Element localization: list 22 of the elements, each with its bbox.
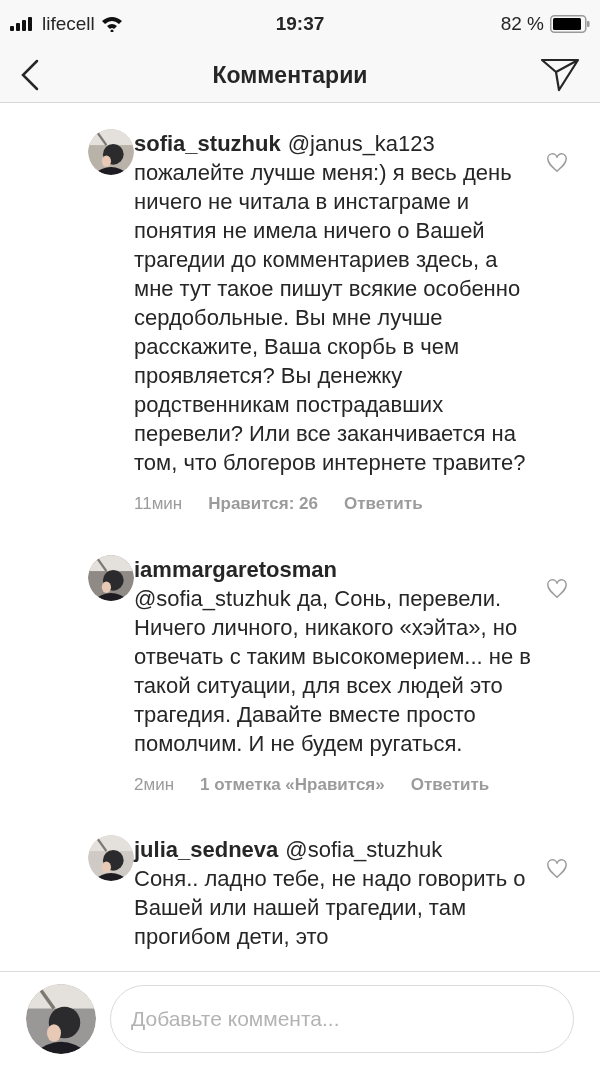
battery-icon (550, 15, 590, 33)
heart-icon[interactable] (546, 578, 568, 599)
back-icon[interactable] (20, 59, 40, 91)
username-link[interactable]: julia_sedneva (134, 835, 279, 864)
carrier-name: lifecell (42, 11, 95, 36)
username-link[interactable]: iammargaretosman (134, 554, 337, 584)
heart-icon[interactable] (546, 153, 568, 173)
page-title: Комментарии (212, 60, 368, 90)
send-icon[interactable] (540, 57, 580, 93)
comment-input[interactable]: Добавьте коммента... (110, 985, 574, 1053)
wifi-icon (100, 16, 123, 32)
comment-time: 11мин (134, 493, 183, 515)
battery-percent: 82 % (500, 11, 544, 36)
comment-time: 2мин (134, 773, 175, 796)
comment-text: пожалейте лучше меня:) я весь день ничего не читала в инстаграме и понятия не имела ничего о Вашей трагедии до комментариев здесь, а мне тут такое пишут всякие особенно сердобольные. Вы мне лучше расскажите, Ваша скорбь в чем проявляется? Вы денежку родственникам пострадавших перевели? Или все заканчивается на том, что блогеров интернете травите? (134, 159, 527, 477)
mention-link[interactable]: @sofia_stuzhuk (285, 835, 443, 864)
heart-icon[interactable] (546, 859, 568, 879)
clock-time: 19:37 (275, 11, 325, 36)
username-link[interactable]: sofia_stuzhuk (134, 129, 281, 158)
comment-text: @sofia_stuzhuk да, Сонь, перевели. Ничего личного, никакого «хэйта», но отвечать с таким высокомерием... не в такой ситуации, для всех людей это трагедия. Давайте вместе просто помолчим. И не будем ругаться. (134, 584, 532, 758)
comment-text: Соня.. ладно тебе, не надо говорить о Вашей или нашей трагедии, там прогибом дети, это (134, 865, 527, 951)
mention-link[interactable]: @janus_ka123 (287, 129, 435, 158)
